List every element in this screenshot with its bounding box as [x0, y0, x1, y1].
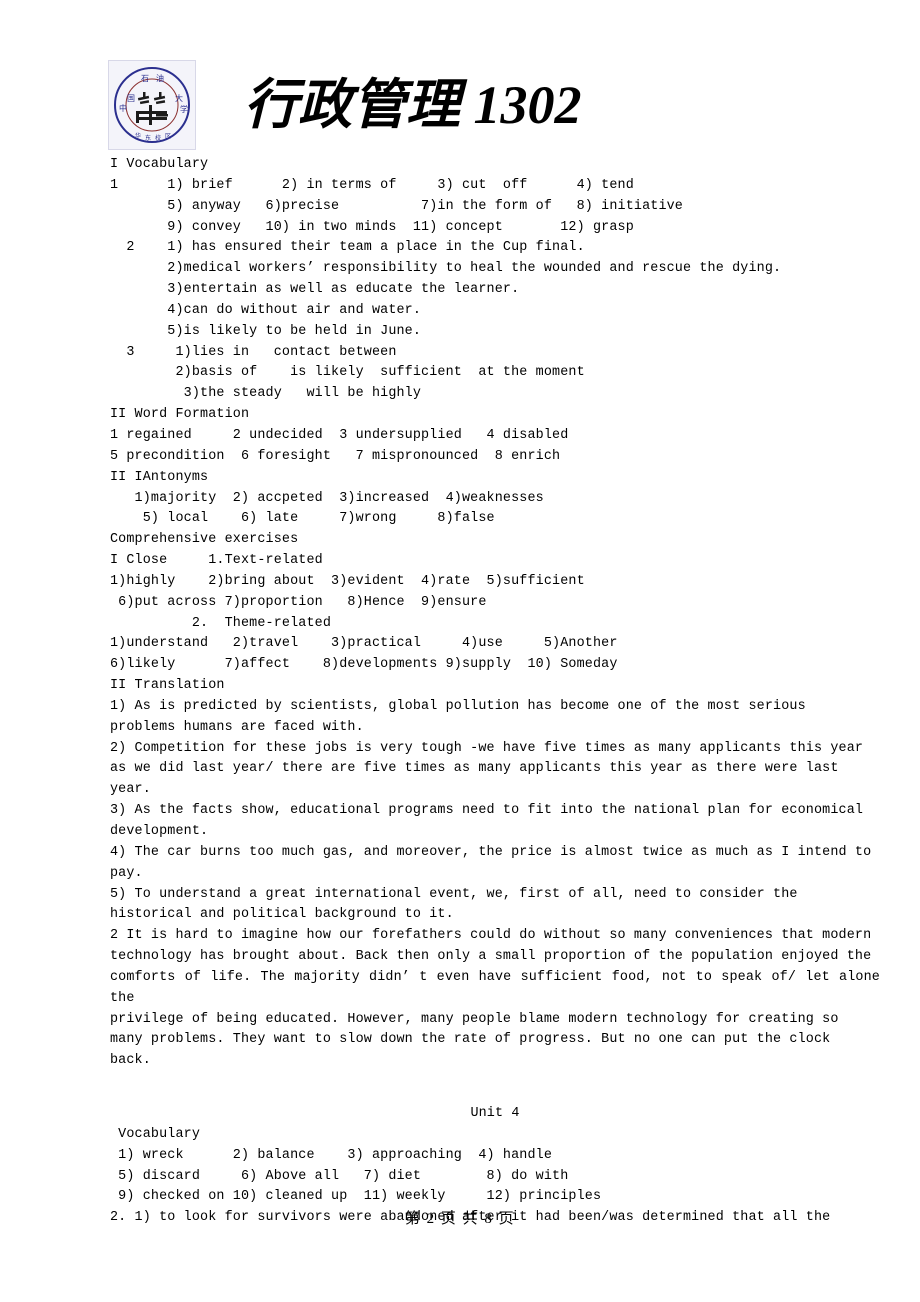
- antonyms-line2: 5) local 6) late 7)wrong 8)false: [110, 511, 495, 527]
- vocab-ex2-line1: 2 1) has ensured their team a place in t…: [110, 240, 585, 256]
- unit4-line3: 9) checked on 10) cleaned up 11) weekly …: [110, 1189, 602, 1205]
- translation-2-line2: as we did last year/ there are five time…: [110, 761, 839, 777]
- heading-vocabulary: I Vocabulary: [110, 157, 209, 172]
- paragraph2-line1: 2 It is hard to imagine how our forefath…: [110, 928, 872, 944]
- paragraph2-line4: privilege of being educated. However, ma…: [110, 1011, 839, 1027]
- svg-text:华: 华: [135, 132, 141, 140]
- word-formation-line1: 1 regained 2 undecided 3 undersupplied 4…: [110, 427, 569, 443]
- theme-line2: 6)likely 7)affect 8)developments 9)suppl…: [110, 657, 618, 673]
- vocab-ex2-line5: 5)is likely to be held in June.: [110, 323, 422, 339]
- svg-text:油: 油: [156, 73, 164, 83]
- document-header: 石 油 中 国 大 学 华 东 校 区 行政管理 1302: [108, 60, 868, 160]
- translation-1-line1: 1) As is predicted by scientists, global…: [110, 698, 806, 714]
- document-page: 石 油 中 国 大 学 华 东 校 区 行政管理 1302 I Vocabula…: [0, 0, 920, 1302]
- svg-text:校: 校: [155, 134, 161, 142]
- svg-text:东: 东: [145, 134, 151, 142]
- translation-4-line1: 4) The car burns too much gas, and moreo…: [110, 844, 872, 860]
- translation-3-line1: 3) As the facts show, educational progra…: [110, 803, 864, 819]
- translation-3-line2: development.: [110, 824, 209, 839]
- paragraph2-line5: many problems. They want to slow down th…: [110, 1032, 831, 1048]
- unit4-line1: 1) wreck 2) balance 3) approaching 4) ha…: [110, 1147, 553, 1163]
- heading-antonyms: II IAntonyms: [110, 469, 209, 485]
- translation-2-line3: year.: [110, 782, 151, 798]
- translation-item-5: 5) To understand a great international e…: [110, 885, 880, 927]
- translation-1-line2: problems humans are faced with.: [110, 719, 364, 735]
- unit4-vocabulary-heading: Vocabulary: [110, 1126, 201, 1142]
- svg-text:国: 国: [127, 94, 135, 103]
- heading-translation: II Translation: [110, 678, 225, 694]
- translation-5-line2: historical and political background to i…: [110, 907, 454, 923]
- vocab-ex2-line4: 4)can do without air and water.: [110, 302, 422, 318]
- vocab-ex2-line2: 2)medical workers’ responsibility to hea…: [110, 261, 782, 277]
- svg-text:石: 石: [141, 74, 149, 83]
- svg-text:学: 学: [180, 104, 188, 114]
- vocab-ex2-line3: 3)entertain as well as educate the learn…: [110, 282, 520, 298]
- translation-item-3: 3) As the facts show, educational progra…: [110, 801, 880, 843]
- paragraph2-line2: technology has brought about. Back then …: [110, 949, 872, 965]
- university-seal-logo: 石 油 中 国 大 学 华 东 校 区: [108, 60, 196, 150]
- translation-item-4: 4) The car burns too much gas, and moreo…: [110, 843, 880, 885]
- antonyms-line1: 1)majority 2) accpeted 3)increased 4)wea…: [110, 490, 544, 506]
- document-body: I Vocabulary 1 1) brief 2) in terms of 3…: [110, 155, 880, 1229]
- vocab-ex1-line1: 1 1) brief 2) in terms of 3) cut off 4) …: [110, 177, 634, 193]
- page-title: 行政管理 1302: [244, 75, 582, 135]
- translation-item-1: 1) As is predicted by scientists, global…: [110, 697, 880, 739]
- paragraph2-line3: comforts of life. The majority didn’ t e…: [110, 969, 880, 1006]
- section-spacer-2: [110, 1093, 880, 1104]
- paragraph2-line6: back.: [110, 1053, 151, 1069]
- svg-text:大: 大: [175, 93, 183, 103]
- translation-5-line1: 5) To understand a great international e…: [110, 886, 798, 902]
- translation-paragraph-2: 2 It is hard to imagine how our forefath…: [110, 926, 880, 1072]
- svg-text:中: 中: [119, 103, 127, 113]
- heading-theme-related: 2. Theme-related: [110, 615, 332, 631]
- vocab-ex1-line3: 9) convey 10) in two minds 11) concept 1…: [110, 219, 634, 235]
- vocab-ex3-line1: 3 1)lies in contact between: [110, 344, 397, 360]
- vocab-ex3-line2: 2)basis of is likely sufficient at the m…: [110, 365, 585, 381]
- svg-text:区: 区: [165, 133, 171, 140]
- close-line1: 1)highly 2)bring about 3)evident 4)rate …: [110, 573, 585, 589]
- translation-2-line1: 2) Competition for these jobs is very to…: [110, 740, 864, 756]
- vocab-ex3-line3: 3)the steady will be highly: [110, 386, 422, 402]
- translation-item-2: 2) Competition for these jobs is very to…: [110, 739, 880, 802]
- translation-4-line2: pay.: [110, 865, 143, 881]
- heading-unit-4: Unit 4: [470, 1105, 520, 1121]
- close-line2: 6)put across 7)proportion 8)Hence 9)ensu…: [110, 594, 487, 610]
- vocab-ex1-line2: 5) anyway 6)precise 7)in the form of 8) …: [110, 198, 683, 214]
- heading-comprehensive-exercises: Comprehensive exercises: [110, 532, 299, 548]
- page-footer: 第 2 页 共 8 页: [404, 1211, 516, 1227]
- unit4-line2: 5) discard 6) Above all 7) diet 8) do wi…: [110, 1168, 569, 1184]
- word-formation-line2: 5 precondition 6 foresight 7 mispronounc…: [110, 448, 561, 464]
- heading-word-formation: II Word Formation: [110, 407, 250, 423]
- theme-line1: 1)understand 2)travel 3)practical 4)use …: [110, 636, 618, 652]
- heading-close-text-related: I Close 1.Text-related: [110, 553, 323, 569]
